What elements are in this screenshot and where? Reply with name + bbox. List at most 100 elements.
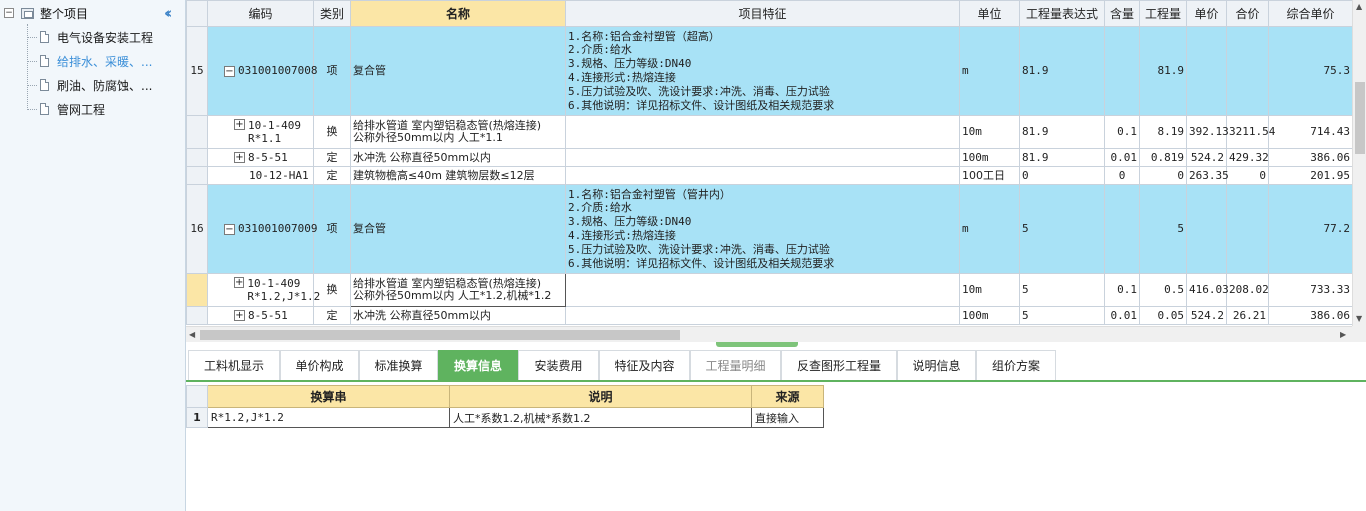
quota-expr[interactable]: 0 [1019,166,1105,185]
quota-content[interactable]: 0.1 [1104,115,1140,149]
horizontal-scrollbar[interactable]: ◀ ▶ [186,326,1352,342]
quota-code[interactable]: 10-1-409 R*1.1 [248,119,301,145]
source-cell[interactable]: 直接输入 [751,407,824,428]
quota-price[interactable]: 524.2 [1186,306,1227,325]
quota-name[interactable]: 给排水管道 室内塑铝稳态管(热熔连接) 公称外径50mm以内 人工*1.1 [350,115,566,149]
double-chevron-left-icon[interactable]: ‹‹ [164,4,173,22]
quota-price[interactable]: 524.2 [1186,148,1227,167]
table-row[interactable]: 1 R*1.2,J*1.2 人工*系数1.2,机械*系数1.2 直接输入 [186,407,824,428]
item-name[interactable]: 复合管 [350,26,566,116]
scroll-down-icon[interactable]: ▼ [1356,314,1362,323]
description-cell[interactable]: 人工*系数1.2,机械*系数1.2 [449,407,752,428]
quota-qty[interactable]: 0.819 [1139,148,1187,167]
tab-standard-conversion[interactable]: 标准换算 [359,350,438,380]
table-row[interactable]: 15 −031001007008 项 复合管 1.名称:铝合金衬塑管（超高） 2… [186,26,1352,116]
scroll-left-icon[interactable]: ◀ [189,330,195,339]
quota-type[interactable]: 换 [313,115,351,149]
item-qty[interactable]: 5 [1139,184,1187,274]
quota-features[interactable] [565,306,960,325]
item-features[interactable]: 1.名称:铝合金衬塑管（管井内） 2.介质:给水 3.规格、压力等级:DN40 … [565,184,960,274]
quota-total[interactable]: 429.32 [1226,148,1269,167]
tree-item-pipe-network[interactable]: 管网工程 [27,98,105,120]
item-code[interactable]: 031001007009 [238,222,317,235]
quota-expr[interactable]: 81.9 [1019,148,1105,167]
expr-header[interactable]: 工程量表达式 [1019,0,1105,27]
quota-content[interactable]: 0.01 [1104,148,1140,167]
quota-type[interactable]: 定 [313,306,351,325]
price-header[interactable]: 单价 [1186,0,1227,27]
quota-total[interactable]: 208.02 [1226,273,1269,307]
tree-item-painting[interactable]: 刷油、防腐蚀、... [27,74,152,96]
tab-installation-fee[interactable]: 安装费用 [518,350,599,380]
collapse-minus-icon[interactable]: − [224,223,235,235]
quota-total[interactable]: 26.21 [1226,306,1269,325]
item-content[interactable] [1104,184,1140,274]
quota-content[interactable]: 0.1 [1104,273,1140,307]
type-header[interactable]: 类别 [313,0,351,27]
quota-expr[interactable]: 5 [1019,306,1105,325]
quota-name[interactable]: 建筑物檐高≤40m 建筑物层数≤12层 [350,166,566,185]
item-unit[interactable]: m [959,26,1020,116]
quota-unit[interactable]: 100工日 [959,166,1020,185]
table-row[interactable]: +10-1-409 R*1.1 换 给排水管道 室内塑铝稳态管(热熔连接) 公称外径… [186,115,1352,149]
quota-expr[interactable]: 81.9 [1019,115,1105,149]
quota-code[interactable]: 10-1-409 R*1.2,J*1.2 [247,277,320,303]
horizontal-scroll-thumb[interactable] [200,330,680,340]
quota-content[interactable]: 0.01 [1104,306,1140,325]
quota-type[interactable]: 定 [313,166,351,185]
tab-unit-price-composition[interactable]: 单价构成 [280,350,359,380]
quota-qty[interactable]: 0 [1139,166,1187,185]
tab-description-info[interactable]: 说明信息 [897,350,976,380]
splitter-grip-handle[interactable] [716,342,798,347]
total-header[interactable]: 合价 [1226,0,1269,27]
table-row[interactable]: +8-5-51 定 水冲洗 公称直径50mm以内 100m 5 0.01 0.0… [186,306,1352,325]
table-row[interactable]: +8-5-51 定 水冲洗 公称直径50mm以内 100m 81.9 0.01 … [186,148,1352,167]
table-row[interactable]: 10-12-HA1 定 建筑物檐高≤40m 建筑物层数≤12层 100工日 0 … [186,166,1352,185]
item-total[interactable] [1226,26,1269,116]
quota-features[interactable] [565,115,960,149]
expand-plus-icon[interactable]: + [234,309,245,321]
item-type[interactable]: 项 [313,184,351,274]
table-row[interactable]: 16 −031001007009 项 复合管 1.名称:铝合金衬塑管（管井内） … [186,184,1352,274]
quota-unit[interactable]: 100m [959,148,1020,167]
tab-graphic-quantity-lookup[interactable]: 反查图形工程量 [781,350,897,380]
quota-type[interactable]: 定 [313,148,351,167]
quota-price[interactable]: 263.35 [1186,166,1229,185]
item-expr[interactable]: 81.9 [1019,26,1105,116]
quota-unit[interactable]: 10m [959,273,1020,307]
quota-features[interactable] [565,273,960,307]
table-row-selected[interactable]: +10-1-409 R*1.2,J*1.2 换 给排水管道 室内塑铝稳态管(热熔连… [186,273,1352,307]
expand-plus-icon[interactable]: + [234,277,245,288]
quota-name[interactable]: 水冲洗 公称直径50mm以内 [350,306,566,325]
item-composite[interactable]: 75.3 [1268,26,1352,116]
source-header[interactable]: 来源 [751,385,824,408]
quota-composite[interactable]: 733.33 [1268,273,1352,307]
tree-item-electrical[interactable]: 电气设备安装工程 [27,26,153,48]
features-header[interactable]: 项目特征 [565,0,960,27]
code-header[interactable]: 编码 [207,0,314,27]
conversion-string-header[interactable]: 换算串 [207,385,450,408]
quota-composite[interactable]: 386.06 [1268,306,1352,325]
item-price[interactable] [1186,184,1227,274]
expand-plus-icon[interactable]: + [234,119,245,130]
quota-code[interactable]: 8-5-51 [248,309,288,322]
scroll-up-icon[interactable]: ▲ [1356,2,1362,11]
quota-expr[interactable]: 5 [1019,273,1105,307]
tree-root[interactable]: − 整个项目 [4,4,88,22]
description-header[interactable]: 说明 [449,385,752,408]
qty-header[interactable]: 工程量 [1139,0,1187,27]
item-price[interactable] [1186,26,1227,116]
conversion-string-cell[interactable]: R*1.2,J*1.2 [207,407,450,428]
quota-unit[interactable]: 10m [959,115,1020,149]
collapse-minus-icon[interactable]: − [224,65,235,77]
scroll-right-icon[interactable]: ▶ [1340,330,1346,339]
quota-composite[interactable]: 201.95 [1268,166,1352,185]
quota-composite[interactable]: 386.06 [1268,148,1352,167]
quota-qty[interactable]: 0.05 [1139,306,1187,325]
quota-features[interactable] [565,148,960,167]
expand-plus-icon[interactable]: + [234,151,245,163]
quota-code[interactable]: 8-5-51 [248,151,288,164]
item-expr[interactable]: 5 [1019,184,1105,274]
quota-code[interactable]: 10-12-HA1 [210,169,311,182]
vertical-scrollbar[interactable]: ▲ ▼ [1352,0,1366,326]
